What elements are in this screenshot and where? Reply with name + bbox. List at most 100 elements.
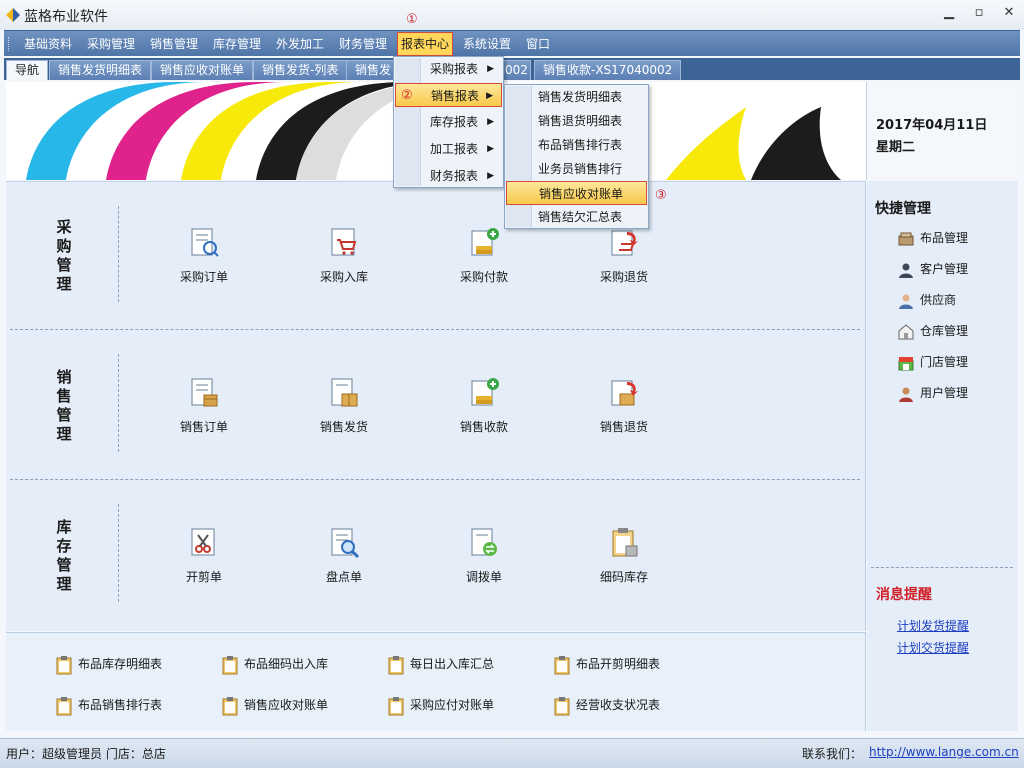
menu-purchase[interactable]: 采购管理	[84, 35, 138, 53]
restore-button[interactable]: ▫	[964, 0, 994, 28]
tile-label: 采购付款	[459, 270, 508, 284]
submenu-sales-return-detail[interactable]: 销售退货明细表	[506, 109, 647, 133]
store-icon	[898, 356, 914, 370]
tile-stocktake-order[interactable]: 盘点单	[294, 526, 394, 585]
menu-sales[interactable]: 销售管理	[147, 35, 201, 53]
chevron-right-icon: ▶	[486, 91, 493, 101]
report-link[interactable]: 布品开剪明细表	[554, 653, 660, 675]
menu-outsourcing[interactable]: 外发加工	[273, 35, 327, 53]
report-link[interactable]: 布品细码出入库	[222, 653, 328, 675]
tab-sales-collection[interactable]: 销售收款-XS17040002	[534, 60, 682, 80]
quick-supplier[interactable]: 供应商	[898, 290, 956, 310]
report-link[interactable]: 布品库存明细表	[56, 653, 162, 675]
return-icon	[611, 380, 638, 406]
quick-fabric-management[interactable]: 布品管理	[898, 228, 968, 248]
report-shortcuts-panel: 布品库存明细表 布品细码出入库 每日出入库汇总 布品开剪明细表 布品销售排行表 …	[6, 632, 866, 731]
minimize-button[interactable]: ▁	[934, 0, 964, 28]
menu-item-label: 销售报表	[431, 89, 480, 103]
tile-sales-delivery[interactable]: 销售发货	[294, 376, 394, 435]
menu-item-label: 财务报表	[430, 169, 479, 183]
menu-item-label: 加工报表	[430, 142, 479, 156]
chevron-right-icon: ▶	[487, 64, 494, 74]
section-title-char: 理	[56, 575, 72, 593]
submenu-salesperson-ranking[interactable]: 业务员销售排行	[506, 157, 647, 181]
submenu-sales-receivable-statement[interactable]: 销售应收对账单	[506, 181, 647, 205]
tab-sales-delivery-partial[interactable]: 销售发	[346, 60, 401, 80]
tile-cutting-order[interactable]: 开剪单	[154, 526, 254, 585]
report-link[interactable]: 每日出入库汇总	[388, 653, 494, 675]
tile-label: 销售退货	[599, 420, 648, 434]
step-marker-2: ②	[401, 88, 413, 103]
quick-warehouse-management[interactable]: 仓库管理	[898, 321, 968, 341]
menu-inventory[interactable]: 库存管理	[210, 35, 264, 53]
navigation-panel: 采 购 管 理 采购订单 采购入库 采购付款 采购退货 销 售 管 理 销售订单…	[6, 181, 866, 631]
clipboard-icon	[388, 696, 404, 715]
section-title-char: 购	[56, 237, 72, 255]
section-divider	[118, 504, 119, 602]
quick-customer-management[interactable]: 客户管理	[898, 259, 968, 279]
tile-detail-stock[interactable]: 细码库存	[574, 526, 674, 585]
section-divider	[118, 206, 119, 302]
quick-management-panel: 快捷管理 布品管理 客户管理 供应商 仓库管理 门店管理 用户管理 消息提醒 计…	[867, 181, 1018, 731]
section-title-inventory: 库 存 管 理	[54, 518, 74, 594]
tile-purchase-order[interactable]: 采购订单	[154, 226, 254, 285]
tile-purchase-payment[interactable]: 采购付款	[434, 226, 534, 285]
tab-sales-delivery-detail[interactable]: 销售发货明细表	[49, 60, 152, 80]
tile-sales-order[interactable]: 销售订单	[154, 376, 254, 435]
current-weekday: 星期二	[876, 140, 916, 155]
clipboard-icon	[56, 696, 72, 715]
app-logo-icon	[6, 8, 20, 22]
status-contact-label: 联系我们：	[802, 747, 863, 761]
close-button[interactable]: ✕	[994, 0, 1024, 28]
menu-item-finance-reports[interactable]: 财务报表 ▶	[395, 164, 502, 188]
status-bar: 用户：超级管理员 门店：总店 联系我们： http://www.lange.co…	[0, 738, 1024, 768]
cart-icon	[331, 228, 357, 256]
status-website-link[interactable]: http://www.lange.com.cn	[869, 745, 1019, 759]
menu-basic-data[interactable]: 基础资料	[21, 35, 75, 53]
tab-bar: 导航 销售发货明细表 销售应收对账单 销售发货-列表 销售发 002 销售收款-…	[4, 58, 1020, 80]
tab-sales-receivable[interactable]: 销售应收对账单	[151, 60, 254, 80]
submenu-sales-delivery-detail[interactable]: 销售发货明细表	[506, 85, 647, 109]
shipping-icon	[331, 378, 358, 407]
submenu-fabric-sales-ranking[interactable]: 布品销售排行表	[506, 133, 647, 157]
transfer-icon	[471, 528, 497, 556]
reminder-title: 消息提醒	[876, 587, 932, 603]
date-panel: 2017年04月11日 星期二	[866, 82, 1018, 180]
section-title-char: 销	[56, 368, 72, 386]
menu-grip	[8, 37, 11, 51]
report-label: 每日出入库汇总	[410, 657, 495, 671]
report-link[interactable]: 销售应收对账单	[222, 694, 328, 716]
section-title-char: 库	[56, 518, 72, 536]
tab-navigation[interactable]: 导航	[6, 60, 49, 80]
customer-icon	[899, 263, 913, 278]
clipboard-icon	[554, 696, 570, 715]
tab-partial-002[interactable]: 002	[500, 60, 531, 80]
quick-item-label: 布品管理	[920, 231, 969, 245]
report-link[interactable]: 经营收支状况表	[554, 694, 660, 716]
menu-item-inventory-reports[interactable]: 库存报表 ▶	[395, 110, 502, 134]
tab-sales-delivery-list[interactable]: 销售发货-列表	[253, 60, 348, 80]
quick-store-management[interactable]: 门店管理	[898, 352, 968, 372]
menu-item-processing-reports[interactable]: 加工报表 ▶	[395, 137, 502, 161]
quick-item-label: 客户管理	[920, 262, 969, 276]
user-icon	[899, 387, 913, 402]
menu-finance[interactable]: 财务管理	[336, 35, 390, 53]
reminder-link-planned-handover[interactable]: 计划交货提醒	[897, 639, 969, 656]
report-link[interactable]: 采购应付对账单	[388, 694, 494, 716]
reminder-link-planned-delivery[interactable]: 计划发货提醒	[897, 617, 969, 634]
menu-item-purchase-reports[interactable]: 采购报表 ▶	[395, 57, 502, 81]
tile-purchase-return[interactable]: 采购退货	[574, 226, 674, 285]
report-label: 布品细码出入库	[244, 657, 329, 671]
menu-system-settings[interactable]: 系统设置	[460, 35, 514, 53]
tile-label: 细码库存	[599, 570, 648, 584]
submenu-sales-outstanding-summary[interactable]: 销售结欠汇总表	[506, 205, 647, 229]
menu-window[interactable]: 窗口	[523, 35, 553, 53]
report-link[interactable]: 布品销售排行表	[56, 694, 162, 716]
tile-sales-return[interactable]: 销售退货	[574, 376, 674, 435]
tile-sales-collection[interactable]: 销售收款	[434, 376, 534, 435]
tile-transfer-order[interactable]: 调拨单	[434, 526, 534, 585]
tile-purchase-receipt[interactable]: 采购入库	[294, 226, 394, 285]
menu-report-center[interactable]: 报表中心	[397, 32, 454, 56]
tile-label: 调拨单	[465, 570, 502, 584]
quick-user-management[interactable]: 用户管理	[898, 383, 968, 403]
